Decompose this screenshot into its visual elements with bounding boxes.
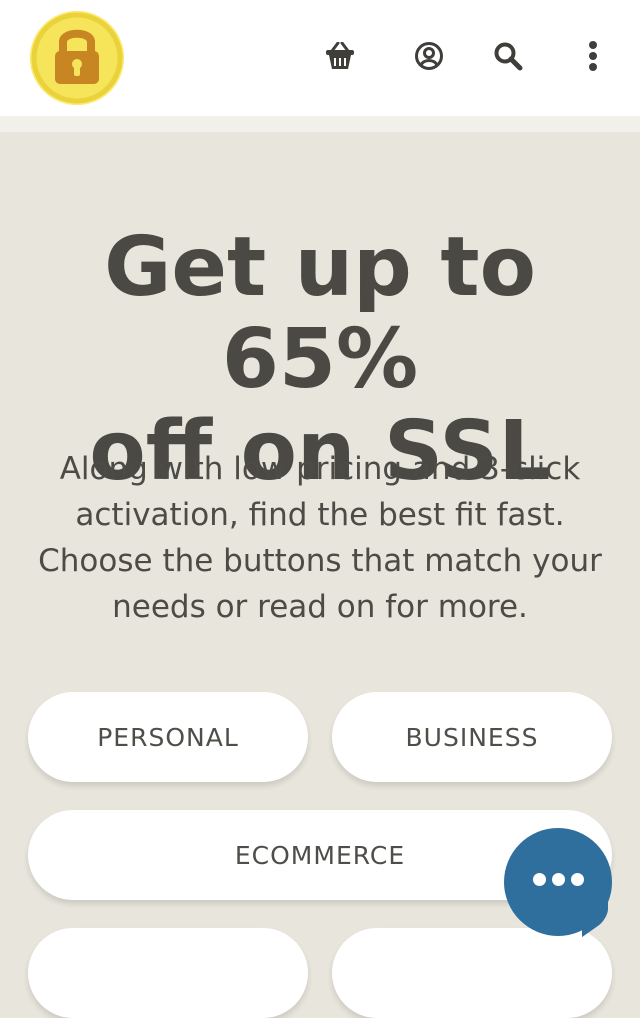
description-line-1: Along with low pricing and 3-click <box>59 451 581 487</box>
partial-right-button[interactable] <box>332 928 612 1018</box>
description-line-3: Choose the buttons that match your <box>38 543 602 579</box>
title-line-1: Get up to 65% <box>104 220 536 407</box>
partial-left-button[interactable] <box>28 928 308 1018</box>
chat-dots-icon <box>533 873 584 886</box>
padlock-icon <box>31 12 123 104</box>
account-icon[interactable] <box>409 36 449 76</box>
search-icon[interactable] <box>488 36 528 76</box>
personal-button[interactable]: PERSONAL <box>28 692 308 782</box>
personal-button-label: PERSONAL <box>97 722 239 752</box>
ecommerce-button-label: ECOMMERCE <box>234 840 406 870</box>
description-line-2: activation, find the best fit fast. <box>75 497 565 533</box>
basket-icon[interactable] <box>320 36 360 76</box>
ssl-lock-logo[interactable] <box>30 11 124 105</box>
site-header <box>0 0 640 116</box>
header-divider <box>0 116 640 132</box>
business-button[interactable]: BUSINESS <box>332 692 612 782</box>
hero-description: Along with low pricing and 3-click activ… <box>22 446 618 630</box>
description-line-4: needs or read on for more. <box>112 589 528 625</box>
more-vertical-icon[interactable] <box>573 36 613 76</box>
business-button-label: BUSINESS <box>405 722 539 752</box>
